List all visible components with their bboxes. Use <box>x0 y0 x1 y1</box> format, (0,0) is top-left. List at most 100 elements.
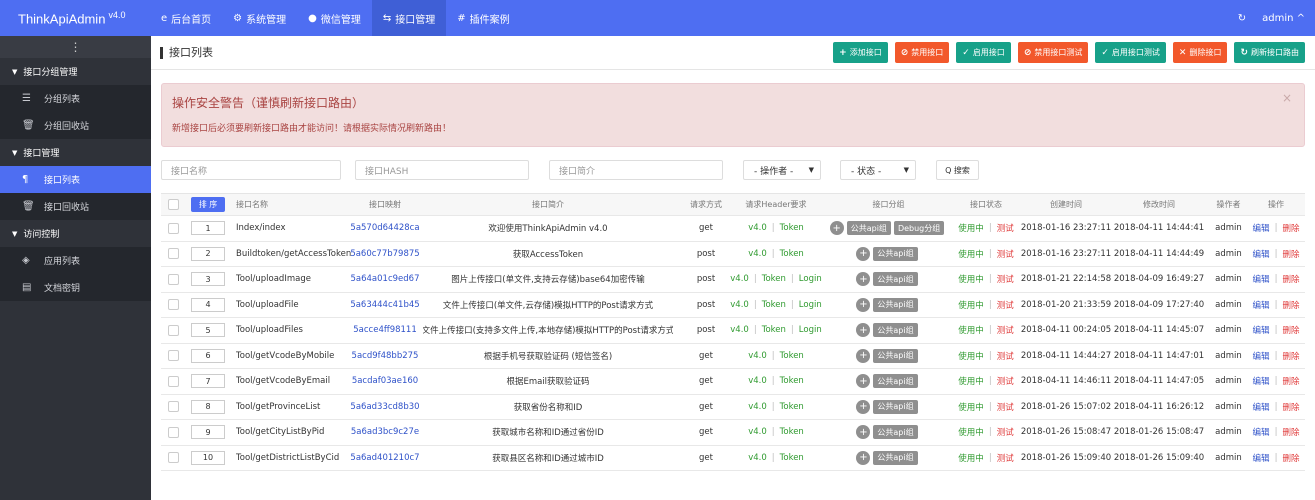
refresh-routes-button[interactable]: ↻ 刷新接口路由 <box>1234 42 1305 63</box>
sort-input[interactable]: 4 <box>190 293 226 318</box>
delete-link[interactable]: 删除 <box>1282 350 1299 362</box>
delete-link[interactable]: 删除 <box>1282 324 1299 336</box>
sort-input[interactable]: 1 <box>190 216 226 241</box>
add-group-icon[interactable]: + <box>856 425 871 440</box>
select-all-checkbox[interactable] <box>167 194 179 215</box>
delete-link[interactable]: 删除 <box>1282 273 1299 285</box>
row-checkbox[interactable] <box>167 446 179 471</box>
test-toggle[interactable]: 测试 <box>997 401 1014 413</box>
test-toggle[interactable]: 测试 <box>997 222 1014 234</box>
row-checkbox[interactable] <box>167 344 179 369</box>
test-toggle[interactable]: 测试 <box>997 273 1014 285</box>
sidebar-item-doc-keys[interactable]: ▤ 文档密钥 <box>0 274 151 301</box>
sidebar-item-group-recycle[interactable]: 🗑 分组回收站 <box>0 112 151 139</box>
api-hash-input[interactable]: 接口HASH <box>355 160 529 180</box>
delete-link[interactable]: 删除 <box>1282 375 1299 387</box>
enable-api-button[interactable]: ✓ 启用接口 <box>956 42 1011 63</box>
sort-button[interactable]: 排 序 <box>190 194 226 215</box>
enable-api-test-button[interactable]: ✓ 启用接口测试 <box>1095 42 1166 63</box>
edit-link[interactable]: 编辑 <box>1253 222 1270 234</box>
brand-logo[interactable]: ThinkApiAdmin v4.0 <box>0 10 150 26</box>
edit-link[interactable]: 编辑 <box>1253 375 1270 387</box>
status-badge[interactable]: 使用中 <box>958 299 984 311</box>
test-toggle[interactable]: 测试 <box>997 375 1014 387</box>
edit-link[interactable]: 编辑 <box>1253 324 1270 336</box>
status-badge[interactable]: 使用中 <box>958 222 984 234</box>
edit-link[interactable]: 编辑 <box>1253 426 1270 438</box>
status-badge[interactable]: 使用中 <box>958 248 984 260</box>
row-checkbox[interactable] <box>167 267 179 292</box>
status-badge[interactable]: 使用中 <box>958 375 984 387</box>
sort-input[interactable]: 7 <box>190 369 226 394</box>
status-badge[interactable]: 使用中 <box>958 452 984 464</box>
delete-link[interactable]: 删除 <box>1282 299 1299 311</box>
nav-item-wechat[interactable]: ● 微信管理 <box>297 0 372 36</box>
nav-item-plugins[interactable]: # 插件案例 <box>446 0 520 36</box>
nav-item-home[interactable]: e 后台首页 <box>150 0 222 36</box>
refresh-icon[interactable]: ↻ <box>1238 13 1246 24</box>
add-group-icon[interactable]: + <box>856 297 871 312</box>
row-checkbox[interactable] <box>167 318 179 343</box>
sidebar-group-access[interactable]: ▼ 访问控制 <box>0 220 151 247</box>
sort-input[interactable]: 5 <box>190 318 226 343</box>
edit-link[interactable]: 编辑 <box>1253 401 1270 413</box>
add-group-icon[interactable]: + <box>829 221 844 236</box>
add-group-icon[interactable]: + <box>856 399 871 414</box>
api-info-input[interactable]: 接口简介 <box>549 160 723 180</box>
row-checkbox[interactable] <box>167 293 179 318</box>
nav-item-api[interactable]: ⇆ 接口管理 <box>371 0 447 36</box>
sort-input[interactable]: 9 <box>190 420 226 445</box>
status-badge[interactable]: 使用中 <box>958 273 984 285</box>
test-toggle[interactable]: 测试 <box>997 426 1014 438</box>
row-checkbox[interactable] <box>167 395 179 420</box>
test-toggle[interactable]: 测试 <box>997 324 1014 336</box>
edit-link[interactable]: 编辑 <box>1253 452 1270 464</box>
row-checkbox[interactable] <box>167 420 179 445</box>
add-group-icon[interactable]: + <box>856 450 871 465</box>
status-badge[interactable]: 使用中 <box>958 324 984 336</box>
delete-api-button[interactable]: ✕ 删除接口 <box>1172 42 1228 63</box>
sidebar-item-api-list[interactable]: ¶ 接口列表 <box>0 166 151 193</box>
sort-input[interactable]: 3 <box>190 267 226 292</box>
test-toggle[interactable]: 测试 <box>997 248 1014 260</box>
close-icon[interactable]: × <box>1282 91 1292 105</box>
edit-link[interactable]: 编辑 <box>1253 273 1270 285</box>
status-badge[interactable]: 使用中 <box>958 426 984 438</box>
status-badge[interactable]: 使用中 <box>958 350 984 362</box>
sidebar-item-api-recycle[interactable]: 🗑 接口回收站 <box>0 193 151 220</box>
delete-link[interactable]: 删除 <box>1282 222 1299 234</box>
delete-link[interactable]: 删除 <box>1282 452 1299 464</box>
nav-item-system[interactable]: ⚙ 系统管理 <box>222 0 297 36</box>
row-checkbox[interactable] <box>167 216 179 241</box>
sidebar-toggle-icon[interactable]: ⋮ <box>0 36 151 58</box>
sort-input[interactable]: 2 <box>190 242 226 267</box>
sidebar-group-api-groups[interactable]: ▼ 接口分组管理 <box>0 58 151 85</box>
sort-input[interactable]: 10 <box>190 446 226 471</box>
sort-input[interactable]: 8 <box>190 395 226 420</box>
disable-api-button[interactable]: ⊘ 禁用接口 <box>894 42 950 63</box>
user-menu[interactable]: admin ^ <box>1262 13 1305 24</box>
edit-link[interactable]: 编辑 <box>1253 350 1270 362</box>
edit-link[interactable]: 编辑 <box>1253 299 1270 311</box>
add-group-icon[interactable]: + <box>856 348 871 363</box>
edit-link[interactable]: 编辑 <box>1253 248 1270 260</box>
sidebar-group-api[interactable]: ▼ 接口管理 <box>0 139 151 166</box>
add-api-button[interactable]: + 添加接口 <box>833 42 888 63</box>
row-checkbox[interactable] <box>167 242 179 267</box>
sidebar-item-group-list[interactable]: ☰ 分组列表 <box>0 85 151 112</box>
test-toggle[interactable]: 测试 <box>997 350 1014 362</box>
test-toggle[interactable]: 测试 <box>997 452 1014 464</box>
disable-api-test-button[interactable]: ⊘ 禁用接口测试 <box>1017 42 1089 63</box>
operator-select[interactable]: - 操作者 - ▼ <box>743 160 821 180</box>
add-group-icon[interactable]: + <box>856 374 871 389</box>
sort-input[interactable]: 6 <box>190 344 226 369</box>
delete-link[interactable]: 删除 <box>1282 401 1299 413</box>
search-button[interactable]: Q 搜索 <box>936 160 979 180</box>
status-select[interactable]: - 状态 - ▼ <box>840 160 916 180</box>
row-checkbox[interactable] <box>167 369 179 394</box>
test-toggle[interactable]: 测试 <box>997 299 1014 311</box>
sidebar-item-apps[interactable]: ◈ 应用列表 <box>0 247 151 274</box>
add-group-icon[interactable]: + <box>856 246 871 261</box>
api-name-input[interactable]: 接口名称 <box>161 160 341 180</box>
add-group-icon[interactable]: + <box>856 272 871 287</box>
